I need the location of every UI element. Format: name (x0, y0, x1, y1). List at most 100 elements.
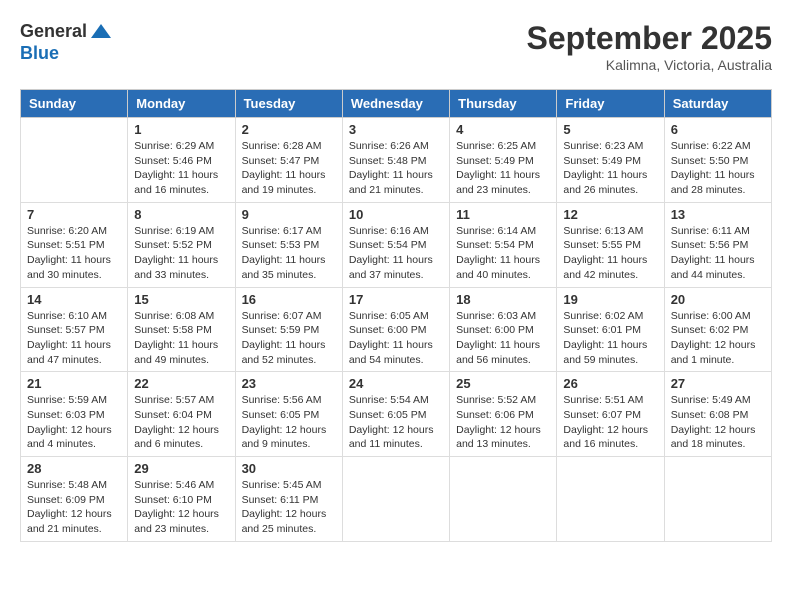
calendar-week-row: 14 Sunrise: 6:10 AM Sunset: 5:57 PM Dayli… (21, 287, 772, 372)
day-info: Sunrise: 6:03 AM Sunset: 6:00 PM Dayligh… (456, 309, 550, 368)
day-number: 3 (349, 122, 443, 137)
calendar-cell: 30 Sunrise: 5:45 AM Sunset: 6:11 PM Dayli… (235, 457, 342, 542)
day-number: 17 (349, 292, 443, 307)
day-info: Sunrise: 6:29 AM Sunset: 5:46 PM Dayligh… (134, 139, 228, 198)
day-info: Sunrise: 5:46 AM Sunset: 6:10 PM Dayligh… (134, 478, 228, 537)
day-info: Sunrise: 6:19 AM Sunset: 5:52 PM Dayligh… (134, 224, 228, 283)
day-info: Sunrise: 5:56 AM Sunset: 6:05 PM Dayligh… (242, 393, 336, 452)
day-number: 9 (242, 207, 336, 222)
day-number: 16 (242, 292, 336, 307)
title-area: September 2025 Kalimna, Victoria, Austra… (527, 20, 772, 73)
calendar-cell (557, 457, 664, 542)
day-info: Sunrise: 5:51 AM Sunset: 6:07 PM Dayligh… (563, 393, 657, 452)
weekday-header-row: SundayMondayTuesdayWednesdayThursdayFrid… (21, 90, 772, 118)
calendar-cell: 21Sunrise: 5:59 AM Sunset: 6:03 PM Dayli… (21, 372, 128, 457)
day-info: Sunrise: 6:10 AM Sunset: 5:57 PM Dayligh… (27, 309, 121, 368)
day-number: 6 (671, 122, 765, 137)
day-number: 20 (671, 292, 765, 307)
calendar-cell: 20Sunrise: 6:00 AM Sunset: 6:02 PM Dayli… (664, 287, 771, 372)
calendar-week-row: 7Sunrise: 6:20 AM Sunset: 5:51 PM Daylig… (21, 202, 772, 287)
day-number: 24 (349, 376, 443, 391)
calendar-cell: 10 Sunrise: 6:16 AM Sunset: 5:54 PM Dayli… (342, 202, 449, 287)
calendar-cell (664, 457, 771, 542)
day-info: Sunrise: 6:07 AM Sunset: 5:59 PM Dayligh… (242, 309, 336, 368)
day-info: Sunrise: 6:26 AM Sunset: 5:48 PM Dayligh… (349, 139, 443, 198)
day-info: Sunrise: 6:22 AM Sunset: 5:50 PM Dayligh… (671, 139, 765, 198)
weekday-header-wednesday: Wednesday (342, 90, 449, 118)
calendar-cell: 23 Sunrise: 5:56 AM Sunset: 6:05 PM Dayli… (235, 372, 342, 457)
calendar-table: SundayMondayTuesdayWednesdayThursdayFrid… (20, 89, 772, 542)
day-number: 29 (134, 461, 228, 476)
day-number: 10 (349, 207, 443, 222)
day-info: Sunrise: 5:54 AM Sunset: 6:05 PM Dayligh… (349, 393, 443, 452)
calendar-cell: 28 Sunrise: 5:48 AM Sunset: 6:09 PM Dayli… (21, 457, 128, 542)
day-info: Sunrise: 6:13 AM Sunset: 5:55 PM Dayligh… (563, 224, 657, 283)
day-info: Sunrise: 6:23 AM Sunset: 5:49 PM Dayligh… (563, 139, 657, 198)
weekday-header-sunday: Sunday (21, 90, 128, 118)
day-info: Sunrise: 6:16 AM Sunset: 5:54 PM Dayligh… (349, 224, 443, 283)
calendar-cell: 22Sunrise: 5:57 AM Sunset: 6:04 PM Dayli… (128, 372, 235, 457)
day-number: 4 (456, 122, 550, 137)
day-number: 5 (563, 122, 657, 137)
calendar-cell: 4 Sunrise: 6:25 AM Sunset: 5:49 PM Daylig… (450, 118, 557, 203)
calendar-cell: 15 Sunrise: 6:08 AM Sunset: 5:58 PM Dayli… (128, 287, 235, 372)
calendar-cell: 18 Sunrise: 6:03 AM Sunset: 6:00 PM Dayli… (450, 287, 557, 372)
day-info: Sunrise: 6:05 AM Sunset: 6:00 PM Dayligh… (349, 309, 443, 368)
day-number: 22 (134, 376, 228, 391)
day-number: 25 (456, 376, 550, 391)
day-number: 28 (27, 461, 121, 476)
day-info: Sunrise: 5:48 AM Sunset: 6:09 PM Dayligh… (27, 478, 121, 537)
day-info: Sunrise: 6:14 AM Sunset: 5:54 PM Dayligh… (456, 224, 550, 283)
day-info: Sunrise: 6:28 AM Sunset: 5:47 PM Dayligh… (242, 139, 336, 198)
calendar-cell (450, 457, 557, 542)
calendar-cell (21, 118, 128, 203)
calendar-cell: 19Sunrise: 6:02 AM Sunset: 6:01 PM Dayli… (557, 287, 664, 372)
weekday-header-monday: Monday (128, 90, 235, 118)
day-number: 2 (242, 122, 336, 137)
day-number: 12 (563, 207, 657, 222)
day-number: 18 (456, 292, 550, 307)
day-number: 19 (563, 292, 657, 307)
day-number: 11 (456, 207, 550, 222)
weekday-header-friday: Friday (557, 90, 664, 118)
calendar-cell: 24 Sunrise: 5:54 AM Sunset: 6:05 PM Dayli… (342, 372, 449, 457)
day-info: Sunrise: 6:17 AM Sunset: 5:53 PM Dayligh… (242, 224, 336, 283)
day-info: Sunrise: 6:25 AM Sunset: 5:49 PM Dayligh… (456, 139, 550, 198)
day-number: 14 (27, 292, 121, 307)
calendar-cell: 25Sunrise: 5:52 AM Sunset: 6:06 PM Dayli… (450, 372, 557, 457)
calendar-cell: 26Sunrise: 5:51 AM Sunset: 6:07 PM Dayli… (557, 372, 664, 457)
calendar-cell: 29 Sunrise: 5:46 AM Sunset: 6:10 PM Dayli… (128, 457, 235, 542)
calendar-cell: 7Sunrise: 6:20 AM Sunset: 5:51 PM Daylig… (21, 202, 128, 287)
day-number: 1 (134, 122, 228, 137)
day-number: 8 (134, 207, 228, 222)
calendar-cell: 8 Sunrise: 6:19 AM Sunset: 5:52 PM Daylig… (128, 202, 235, 287)
calendar-cell: 1 Sunrise: 6:29 AM Sunset: 5:46 PM Daylig… (128, 118, 235, 203)
day-number: 15 (134, 292, 228, 307)
weekday-header-saturday: Saturday (664, 90, 771, 118)
day-info: Sunrise: 5:59 AM Sunset: 6:03 PM Dayligh… (27, 393, 121, 452)
calendar-cell: 14 Sunrise: 6:10 AM Sunset: 5:57 PM Dayli… (21, 287, 128, 372)
day-number: 23 (242, 376, 336, 391)
calendar-week-row: 21Sunrise: 5:59 AM Sunset: 6:03 PM Dayli… (21, 372, 772, 457)
day-info: Sunrise: 6:08 AM Sunset: 5:58 PM Dayligh… (134, 309, 228, 368)
day-info: Sunrise: 5:49 AM Sunset: 6:08 PM Dayligh… (671, 393, 765, 452)
calendar-cell: 6 Sunrise: 6:22 AM Sunset: 5:50 PM Daylig… (664, 118, 771, 203)
day-number: 13 (671, 207, 765, 222)
logo-icon (89, 20, 113, 44)
location-text: Kalimna, Victoria, Australia (527, 57, 772, 73)
weekday-header-thursday: Thursday (450, 90, 557, 118)
weekday-header-tuesday: Tuesday (235, 90, 342, 118)
calendar-cell: 12 Sunrise: 6:13 AM Sunset: 5:55 PM Dayli… (557, 202, 664, 287)
calendar-cell: 13 Sunrise: 6:11 AM Sunset: 5:56 PM Dayli… (664, 202, 771, 287)
calendar-cell: 17 Sunrise: 6:05 AM Sunset: 6:00 PM Dayli… (342, 287, 449, 372)
day-number: 30 (242, 461, 336, 476)
logo-general-text: General (20, 22, 87, 42)
calendar-cell: 5 Sunrise: 6:23 AM Sunset: 5:49 PM Daylig… (557, 118, 664, 203)
calendar-cell: 11 Sunrise: 6:14 AM Sunset: 5:54 PM Dayli… (450, 202, 557, 287)
day-info: Sunrise: 5:45 AM Sunset: 6:11 PM Dayligh… (242, 478, 336, 537)
calendar-cell: 2 Sunrise: 6:28 AM Sunset: 5:47 PM Daylig… (235, 118, 342, 203)
day-info: Sunrise: 6:11 AM Sunset: 5:56 PM Dayligh… (671, 224, 765, 283)
calendar-cell: 27Sunrise: 5:49 AM Sunset: 6:08 PM Dayli… (664, 372, 771, 457)
calendar-cell: 16 Sunrise: 6:07 AM Sunset: 5:59 PM Dayli… (235, 287, 342, 372)
day-number: 7 (27, 207, 121, 222)
